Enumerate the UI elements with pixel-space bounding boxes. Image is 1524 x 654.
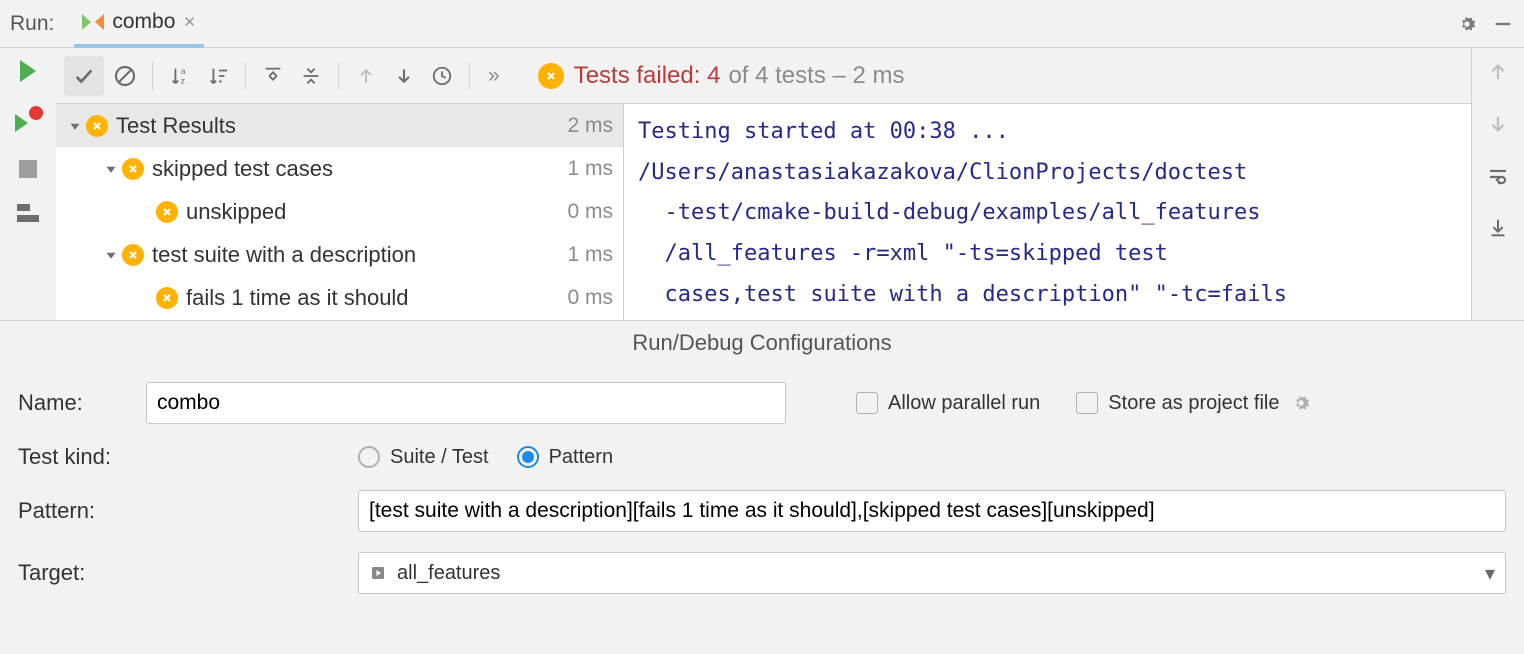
run-config-icon xyxy=(82,11,104,33)
tree-item-label: fails 1 time as it should xyxy=(186,285,567,311)
run-toolwindow-header: Run: combo ✕ xyxy=(0,0,1524,48)
chevron-down-icon: ▾ xyxy=(1485,561,1495,586)
run-tab-label: combo xyxy=(112,10,175,34)
show-ignored-toggle[interactable] xyxy=(111,62,139,90)
tree-row[interactable]: unskipped0 ms xyxy=(56,190,623,233)
right-action-gutter xyxy=(1472,48,1524,320)
test-history-button[interactable] xyxy=(428,62,456,90)
fail-icon xyxy=(86,115,108,137)
config-title: Run/Debug Configurations xyxy=(0,320,1524,364)
pattern-input[interactable] xyxy=(358,490,1506,532)
tree-item-label: unskipped xyxy=(186,199,567,225)
run-panel-body: az » Tests failed: 4 of 4 tests – 2 ms xyxy=(0,48,1524,320)
tree-row[interactable]: skipped test cases1 ms xyxy=(56,147,623,190)
scroll-to-end-button[interactable] xyxy=(1484,214,1512,242)
fail-status-icon xyxy=(538,63,564,89)
target-icon xyxy=(369,564,387,582)
pattern-label: Pattern: xyxy=(18,498,358,524)
chevron-down-icon[interactable] xyxy=(102,246,120,264)
testkind-row: Test kind: Suite / Test Pattern xyxy=(18,444,1506,470)
store-project-checkbox[interactable]: Store as project file xyxy=(1076,392,1279,415)
fail-icon xyxy=(156,201,178,223)
collapse-all-button[interactable] xyxy=(297,62,325,90)
radio-suite-test[interactable]: Suite / Test xyxy=(358,446,489,469)
tree-row[interactable]: fails 1 time as it should0 ms xyxy=(56,276,623,319)
target-value: all_features xyxy=(397,562,500,585)
tree-item-time: 0 ms xyxy=(567,200,613,224)
stop-button[interactable] xyxy=(19,160,37,178)
radio-suite-label: Suite / Test xyxy=(390,446,489,469)
tree-item-time: 1 ms xyxy=(567,157,613,181)
show-passed-toggle[interactable] xyxy=(64,56,104,96)
scroll-down-button[interactable] xyxy=(1484,110,1512,138)
svg-text:z: z xyxy=(181,76,185,85)
test-status: Tests failed: 4 of 4 tests – 2 ms xyxy=(538,62,905,90)
tree-root-label: Test Results xyxy=(116,113,567,139)
config-form: Name: Allow parallel run Store as projec… xyxy=(0,364,1524,612)
results-content: Test Results 2 ms skipped test cases1 ms… xyxy=(56,104,1471,320)
tree-item-label: skipped test cases xyxy=(152,156,567,182)
name-input[interactable] xyxy=(146,382,786,424)
expand-all-button[interactable] xyxy=(259,62,287,90)
sort-duration-button[interactable] xyxy=(204,62,232,90)
radio-pattern[interactable]: Pattern xyxy=(517,446,613,469)
name-row: Name: Allow parallel run Store as projec… xyxy=(18,382,1506,424)
console-output[interactable]: Testing started at 00:38 ... /Users/anas… xyxy=(624,104,1471,320)
tree-item-label: test suite with a description xyxy=(152,242,567,268)
test-results-area: az » Tests failed: 4 of 4 tests – 2 ms xyxy=(56,48,1472,320)
fail-icon xyxy=(122,244,144,266)
left-action-gutter xyxy=(0,48,56,320)
test-toolbar: az » Tests failed: 4 of 4 tests – 2 ms xyxy=(56,48,1471,104)
target-row: Target: all_features ▾ xyxy=(18,552,1506,594)
rerun-failed-button[interactable] xyxy=(15,108,41,134)
gear-icon[interactable] xyxy=(1456,13,1478,35)
sort-alpha-button[interactable]: az xyxy=(166,62,194,90)
chevron-down-icon[interactable] xyxy=(102,160,120,178)
tree-row[interactable]: test suite with a description1 ms xyxy=(56,233,623,276)
run-tab-combo[interactable]: combo ✕ xyxy=(74,0,204,48)
tree-item-time: 1 ms xyxy=(567,243,613,267)
more-chevron[interactable]: » xyxy=(488,64,500,88)
pattern-row: Pattern: xyxy=(18,490,1506,532)
allow-parallel-checkbox[interactable]: Allow parallel run xyxy=(856,392,1040,415)
rerun-button[interactable] xyxy=(20,60,36,82)
scroll-up-button[interactable] xyxy=(1484,58,1512,86)
run-label: Run: xyxy=(10,12,54,36)
allow-parallel-label: Allow parallel run xyxy=(888,392,1040,415)
chevron-down-icon[interactable] xyxy=(66,117,84,135)
prev-test-button[interactable] xyxy=(352,62,380,90)
fail-icon xyxy=(156,287,178,309)
soft-wrap-button[interactable] xyxy=(1484,162,1512,190)
fail-icon xyxy=(122,158,144,180)
gear-icon[interactable] xyxy=(1290,392,1312,414)
next-test-button[interactable] xyxy=(390,62,418,90)
minimize-icon[interactable] xyxy=(1492,13,1514,35)
tree-item-time: 0 ms xyxy=(567,286,613,310)
tree-root-row[interactable]: Test Results 2 ms xyxy=(56,104,623,147)
tests-total-text: of 4 tests – 2 ms xyxy=(728,62,904,90)
layout-button[interactable] xyxy=(17,204,39,222)
radio-pattern-label: Pattern xyxy=(549,446,613,469)
name-label: Name: xyxy=(18,390,146,416)
tests-failed-count: Tests failed: 4 xyxy=(574,62,721,90)
test-tree[interactable]: Test Results 2 ms skipped test cases1 ms… xyxy=(56,104,624,320)
testkind-label: Test kind: xyxy=(18,444,358,470)
target-label: Target: xyxy=(18,560,358,586)
target-select[interactable]: all_features ▾ xyxy=(358,552,1506,594)
close-icon[interactable]: ✕ xyxy=(183,13,196,31)
svg-text:a: a xyxy=(181,67,186,76)
store-project-label: Store as project file xyxy=(1108,392,1279,415)
testkind-radio-group: Suite / Test Pattern xyxy=(358,446,613,469)
tree-root-time: 2 ms xyxy=(567,114,613,138)
